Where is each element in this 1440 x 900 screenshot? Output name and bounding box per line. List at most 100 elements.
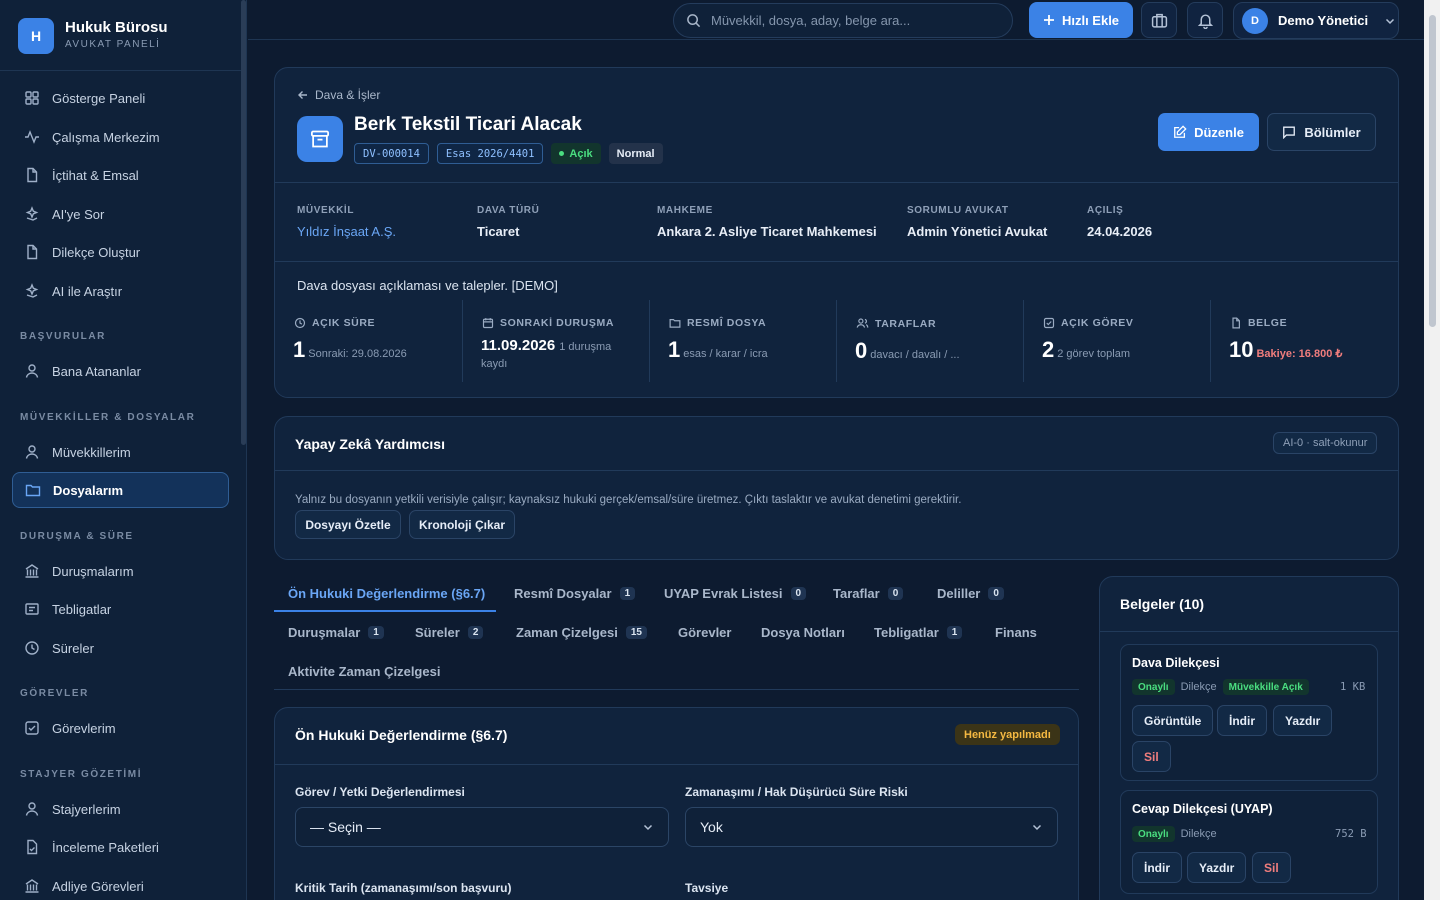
tab-label: Görevler xyxy=(678,625,732,640)
tab-count: 15 xyxy=(625,626,647,639)
sidebar-item-clients[interactable]: Müvekkillerim xyxy=(12,434,229,470)
activity-icon xyxy=(25,130,39,144)
chronology-button[interactable]: Kronoloji Çıkar xyxy=(409,510,515,539)
tab-label: Taraflar xyxy=(833,586,880,601)
sidebar-item-deadlines[interactable]: Süreler xyxy=(12,630,229,666)
print-button[interactable]: Yazdır xyxy=(1273,705,1333,736)
stat-label: AÇIK SÜRE xyxy=(312,317,376,329)
sidebar-item-label: Görevlerim xyxy=(52,720,116,736)
sidebar-item-label: AI ile Araştır xyxy=(52,283,123,299)
sidebar-item-files[interactable]: Dosyalarım xyxy=(12,472,229,508)
sidebar-item-label: Müvekkillerim xyxy=(52,444,131,460)
tab-count: 1 xyxy=(368,626,384,639)
documents-title: Belgeler (10) xyxy=(1120,596,1205,612)
tab-notices[interactable]: Tebligatlar 1 xyxy=(874,625,963,640)
sidebar-item-label: Tebligatlar xyxy=(52,601,112,617)
tab-evidence[interactable]: Deliller 0 xyxy=(937,586,1004,601)
briefcase-icon xyxy=(1151,13,1167,28)
sidebar-item-notices[interactable]: Tebligatlar xyxy=(12,591,229,627)
sidebar-item-label: Adliye Görevleri xyxy=(52,878,144,894)
tab-tasks[interactable]: Görevler xyxy=(678,625,731,640)
stat-value: 11.09.2026 xyxy=(481,337,556,354)
page-scrollbar[interactable] xyxy=(1429,15,1436,327)
document-name[interactable]: Dava Dilekçesi xyxy=(1132,656,1220,670)
sidebar-item-case-law[interactable]: İçtihat & Emsal xyxy=(12,157,229,193)
sections-button[interactable]: Bölümler xyxy=(1267,113,1376,151)
sidebar-item-tasks[interactable]: Görevlerim xyxy=(12,710,229,746)
breadcrumb-label: Dava & İşler xyxy=(315,88,381,102)
sidebar-item-label: Çalışma Merkezim xyxy=(52,129,160,145)
tab-label: Aktivite Zaman Çizelgesi xyxy=(288,664,441,679)
tab-uyap-documents[interactable]: UYAP Evrak Listesi 0 xyxy=(664,586,807,601)
field-label-limitation: Zamanaşımı / Hak Düşürücü Süre Riski xyxy=(685,785,908,799)
jurisdiction-select[interactable]: — Seçin — xyxy=(295,807,669,847)
info-label-court: MAHKEME xyxy=(657,205,713,216)
tab-hearings[interactable]: Duruşmalar 1 xyxy=(288,625,384,640)
sidebar-item-interns[interactable]: Stajyerlerim xyxy=(12,791,229,827)
tab-timeline[interactable]: Zaman Çizelgesi 15 xyxy=(516,625,647,640)
notifications-button[interactable] xyxy=(1187,2,1223,38)
sidebar-item-label: Dilekçe Oluştur xyxy=(52,244,141,260)
user-menu[interactable]: D Demo Yönetici xyxy=(1233,2,1399,39)
sidebar-item-ask-ai[interactable]: AI'ye Sor xyxy=(12,196,229,232)
limitation-risk-select[interactable]: Yok xyxy=(685,807,1058,847)
tab-assessment[interactable]: Ön Hukuki Değerlendirme (§6.7) xyxy=(288,586,485,601)
checkbox-icon xyxy=(1043,317,1055,329)
stat-documents: BELGE 10 Bakiye: 16.800 ₺ xyxy=(1210,300,1398,382)
sidebar-item-label: Duruşmalarım xyxy=(52,563,134,579)
folder-icon xyxy=(669,319,681,328)
file-icon xyxy=(1232,317,1240,329)
divider xyxy=(275,470,1398,471)
stat-next-hearing: SONRAKİ DURUŞMA 11.09.2026 1 duruşma kay… xyxy=(462,300,649,382)
sidebar-item-court-duties[interactable]: Adliye Görevleri xyxy=(12,868,229,900)
briefcase-button[interactable] xyxy=(1141,2,1177,38)
tab-activity-timeline[interactable]: Aktivite Zaman Çizelgesi xyxy=(288,664,440,679)
brand-title: Hukuk Bürosu xyxy=(65,19,168,36)
case-esas-tag: Esas 2026/4401 xyxy=(436,143,544,164)
stat-label-row: AÇIK SÜRE xyxy=(294,317,462,329)
tab-deadlines[interactable]: Süreler 2 xyxy=(415,625,484,640)
status-badge: Açık xyxy=(551,143,601,164)
clock-icon xyxy=(25,641,39,655)
divider xyxy=(275,764,1078,765)
document-meta: Onaylı Dilekçe xyxy=(1132,826,1217,842)
sidebar-item-assigned[interactable]: Bana Atananlar xyxy=(12,353,229,389)
client-link[interactable]: Yıldız İnşaat A.Ş. xyxy=(297,224,396,239)
sidebar-scrollbar[interactable] xyxy=(241,0,246,445)
download-button[interactable]: İndir xyxy=(1217,705,1267,736)
plus-icon xyxy=(1043,15,1054,25)
sidebar-section-title: GÖREVLER xyxy=(20,688,89,699)
tab-notes[interactable]: Dosya Notları xyxy=(761,625,845,640)
edit-label: Düzenle xyxy=(1194,124,1244,140)
sidebar-item-create-petition[interactable]: Dilekçe Oluştur xyxy=(12,234,229,270)
sidebar-item-ai-research[interactable]: AI ile Araştır xyxy=(12,273,229,309)
sidebar-item-label: Bana Atananlar xyxy=(52,363,141,379)
sidebar-item-workspace[interactable]: Çalışma Merkezim xyxy=(12,119,229,155)
quick-add-button[interactable]: Hızlı Ekle xyxy=(1029,2,1133,38)
tab-official-files[interactable]: Resmî Dosyalar 1 xyxy=(514,586,636,601)
view-button[interactable]: Görüntüle xyxy=(1132,705,1214,736)
tab-finance[interactable]: Finans xyxy=(995,625,1037,640)
delete-button[interactable]: Sil xyxy=(1252,852,1291,883)
sidebar-item-label: Süreler xyxy=(52,640,94,656)
quick-add-label: Hızlı Ekle xyxy=(1061,12,1120,28)
ai-mode-badge: AI-0 · salt-okunur xyxy=(1273,432,1378,454)
sidebar-section-title: BAŞVURULAR xyxy=(20,331,106,342)
print-button[interactable]: Yazdır xyxy=(1187,852,1247,883)
user-icon xyxy=(25,364,39,378)
sidebar-item-hearings[interactable]: Duruşmalarım xyxy=(12,553,229,589)
stat-label: RESMÎ DOSYA xyxy=(687,317,767,329)
sidebar-item-review-packages[interactable]: İnceleme Paketleri xyxy=(12,829,229,865)
assessment-status-badge: Henüz yapılmadı xyxy=(955,724,1060,745)
edit-button[interactable]: Düzenle xyxy=(1158,113,1259,151)
breadcrumb[interactable]: Dava & İşler xyxy=(297,88,380,102)
tab-parties[interactable]: Taraflar 0 xyxy=(833,586,904,601)
sidebar-item-dashboard[interactable]: Gösterge Paneli xyxy=(12,80,229,116)
download-button[interactable]: İndir xyxy=(1132,852,1182,883)
document-name[interactable]: Cevap Dilekçesi (UYAP) xyxy=(1132,802,1273,816)
delete-button[interactable]: Sil xyxy=(1132,741,1171,772)
summarize-button[interactable]: Dosyayı Özetle xyxy=(295,510,401,539)
search-input[interactable]: Müvekkil, dosya, aday, belge ara... xyxy=(673,3,1013,38)
stat-sub2: kaydı xyxy=(481,358,508,370)
sidebar-section-title: MÜVEKKİLLER & DOSYALAR xyxy=(20,412,196,423)
